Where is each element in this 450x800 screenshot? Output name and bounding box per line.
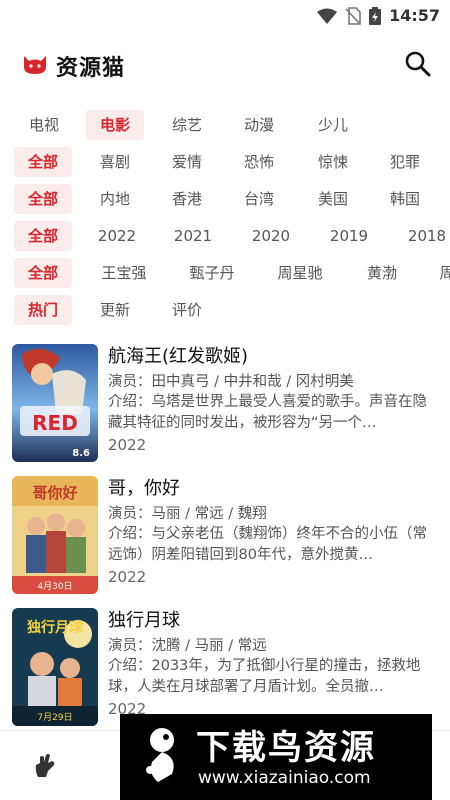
movie-list: RED 8.6 航海王(红发歌姬) 演员：田中真弓 / 中井和哉 / 冈村明美 … [0,336,450,732]
sort-popular-chip[interactable]: 热门 [14,295,72,325]
one-piece-red-poster[interactable]: RED 8.6 [12,344,98,462]
movie-cast: 演员：沈腾 / 马丽 / 常远 [108,638,267,654]
movie-intro: 介绍：与父亲老伍（魏翔饰）终年不合的小伍（常远饰）阴差阳错回到80年代，意外搅黄… [108,526,427,563]
year-all-chip[interactable]: 全部 [14,221,72,251]
svg-text:7月29日: 7月29日 [37,712,72,723]
watermark-title: 下载鸟资源 [196,728,376,768]
filter-panel: 电视 电影 综艺 动漫 少儿 全部 喜剧 爱情 恐怖 惊悚 犯罪 全部 内地 香… [0,106,450,328]
bird-logo-icon [146,728,174,782]
movie-title[interactable]: 哥，你好 [108,474,180,500]
year-2020-chip[interactable]: 2020 [246,221,296,251]
tab-movie[interactable]: 电影 [86,110,144,140]
status-icons: 14:57 [317,6,440,25]
sort-filter-row: 热门 更新 评价 [0,291,450,328]
movie-intro: 介绍：乌塔是世界上最受人喜爱的歌手。声音在隐藏其特征的同时发出，被形容为“另一个… [108,394,427,431]
movie-list-item[interactable]: 独行月球 7月29日 独行月球 演员：沈腾 / 马丽 / 常远 介绍：2033年… [0,600,450,732]
tab-kids[interactable]: 少儿 [310,110,356,140]
genre-crime-chip[interactable]: 犯罪 [382,147,428,177]
app-header: 资源猫 [0,40,450,88]
region-taiwan-chip[interactable]: 台湾 [236,184,282,214]
movie-cast: 演员：马丽 / 常远 / 魏翔 [108,506,267,522]
year-2019-chip[interactable]: 2019 [324,221,374,251]
watermark-banner: 下载鸟资源 www.xiazainiao.com [120,714,432,800]
movie-title[interactable]: 独行月球 [108,606,180,632]
search-icon[interactable] [404,50,432,78]
year-2018-chip[interactable]: 2018 [402,221,450,251]
year-filter-row: 全部 2022 2021 2020 2019 2018 [0,217,450,254]
watermark-url: www.xiazainiao.com [198,768,371,788]
actor-wangbaoqiang-chip[interactable]: 王宝强 [96,258,152,288]
svg-text:4月30日: 4月30日 [37,581,72,592]
moon-man-poster[interactable]: 独行月球 7月29日 [12,608,98,726]
year-2022-chip[interactable]: 2022 [92,221,142,251]
svg-text:独行月球: 独行月球 [27,619,84,636]
tab-anime[interactable]: 动漫 [236,110,282,140]
region-hongkong-chip[interactable]: 香港 [164,184,210,214]
wifi-icon [317,8,338,24]
genre-thriller-chip[interactable]: 惊悚 [310,147,356,177]
svg-text:哥你好: 哥你好 [32,484,77,502]
hand-rock-icon[interactable] [32,753,58,779]
app-title: 资源猫 [56,56,126,81]
actor-all-chip[interactable]: 全部 [14,258,72,288]
genre-comedy-chip[interactable]: 喜剧 [92,147,138,177]
tab-tv[interactable]: 电视 [22,110,66,140]
year-2021-chip[interactable]: 2021 [168,221,218,251]
status-time: 14:57 [389,6,440,25]
genre-horror-chip[interactable]: 恐怖 [236,147,282,177]
region-all-chip[interactable]: 全部 [14,184,72,214]
region-usa-chip[interactable]: 美国 [310,184,356,214]
genre-filter-row: 全部 喜剧 爱情 恐怖 惊悚 犯罪 [0,143,450,180]
no-sim-icon [345,6,361,25]
actor-zhouxingchi-chip[interactable]: 周星驰 [272,258,328,288]
movie-list-item[interactable]: RED 8.6 航海王(红发歌姬) 演员：田中真弓 / 中井和哉 / 冈村明美 … [0,336,450,468]
movie-cast: 演员：田中真弓 / 中井和哉 / 冈村明美 [108,374,354,390]
tab-variety[interactable]: 综艺 [164,110,210,140]
region-korea-chip[interactable]: 韩国 [382,184,428,214]
genre-all-chip[interactable]: 全部 [14,147,72,177]
sort-updated-chip[interactable]: 更新 [92,295,138,325]
hello-brother-poster[interactable]: 哥你好 4月30日 [12,476,98,594]
movie-intro: 介绍：2033年，为了抵御小行星的撞击，拯救地球，人类在月球部署了月盾计划。全员… [108,658,421,695]
category-filter-row: 电视 电影 综艺 动漫 少儿 [0,106,450,143]
svg-text:8.6: 8.6 [72,448,90,459]
cat-logo-icon [24,56,46,74]
actor-filter-row: 全部 王宝强 甄子丹 周星驰 黄渤 周 [0,254,450,291]
movie-title[interactable]: 航海王(红发歌姬) [108,342,248,368]
genre-romance-chip[interactable]: 爱情 [164,147,210,177]
sort-rating-chip[interactable]: 评价 [164,295,210,325]
battery-icon [369,6,382,25]
actor-huangbo-chip[interactable]: 黄渤 [360,258,404,288]
actor-zhenzidan-chip[interactable]: 甄子丹 [184,258,240,288]
movie-year: 2022 [108,568,147,586]
movie-list-item[interactable]: 哥你好 4月30日 哥，你好 演员：马丽 / 常远 / 魏翔 介绍：与父亲老伍（… [0,468,450,600]
region-filter-row: 全部 内地 香港 台湾 美国 韩国 [0,180,450,217]
status-bar: 14:57 [0,0,450,32]
svg-text:RED: RED [32,411,78,435]
movie-year: 2022 [108,436,147,454]
region-mainland-chip[interactable]: 内地 [92,184,138,214]
actor-partial-chip[interactable]: 周 [432,258,450,288]
